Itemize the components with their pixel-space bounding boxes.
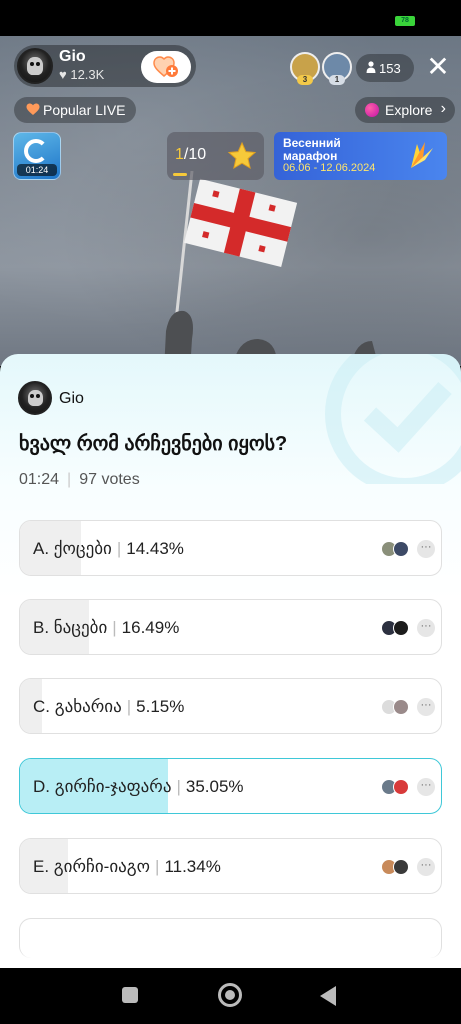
poll-option-percent: 35.05% [185,777,244,796]
host-likes: ♥ 12.3K [59,67,104,82]
more-icon: ··· [417,698,435,716]
creator-avatar[interactable] [18,381,52,415]
host-name: Gio [59,48,86,65]
poll-option-percent: 11.34% [164,857,221,876]
voter-avatars[interactable]: ··· [381,618,435,638]
more-icon: ··· [417,619,435,637]
poll-option-label: D. გირჩი-ჯაფარა [33,777,172,796]
close-icon: ✕ [426,51,450,82]
popular-live-button[interactable]: Popular LIVE [14,97,136,123]
rank-progress: 1/10 [175,146,207,163]
chevron-right-icon: › [440,100,446,117]
status-bar: 78 [0,0,461,36]
star-icon [227,141,257,170]
poll-timer: 01:24 [19,471,60,488]
heart-icon: ♥ [59,67,67,82]
viewer-rank-badge: 1 [329,75,345,85]
explore-icon [365,103,379,117]
voter-avatars[interactable]: ··· [381,539,435,559]
poll-option-d[interactable]: D. გირჩი-ჯაფარა | 35.05% ··· [19,758,442,814]
poll-question: ხვალ რომ არჩევნები იყოს? [19,433,288,455]
more-icon: ··· [417,858,435,876]
poll-option-percent: 14.43% [126,539,184,558]
poll-option-label: C. გახარია [33,697,122,716]
poll-watermark-icon [325,354,461,484]
game-widget[interactable]: 01:24 [13,132,61,180]
poll-option-label: A. ქოცები [33,539,112,558]
marathon-banner[interactable]: Весенний марафон 06.06 - 12.06.2024 [274,132,447,180]
marathon-dates: 06.06 - 12.06.2024 [283,162,376,174]
voter-avatars[interactable]: ··· [381,777,435,797]
live-stream-view[interactable]: Gio ♥ 12.3K 3 1 153 ✕ Popular LIVE Explo… [0,36,461,366]
poll-option-percent: 16.49% [121,618,180,637]
poll-option-label: B. ნაცები [33,618,108,637]
home-icon[interactable] [218,983,242,1007]
host-likes-count: 12.3K [70,67,105,82]
poll-sheet: Gio ხვალ რომ არჩევნები იყოს? 01:24 | 97 vo… [0,354,461,968]
marathon-title-line2: марафон [283,149,338,163]
close-button[interactable]: ✕ [424,51,452,82]
viewer-rank-badge: 3 [297,75,313,85]
marathon-title-line1: Весенний [283,136,341,150]
heart-icon [26,103,40,115]
heart-plus-icon [153,56,178,77]
poll-meta: 01:24 | 97 votes [19,471,140,488]
host-avatar[interactable] [17,48,53,84]
voter-avatars[interactable]: ··· [381,697,435,717]
game-icon [24,139,48,163]
poll-option-a[interactable]: A. ქოცები | 14.43% ··· [19,520,442,576]
rank-progress-bar [173,173,187,176]
marathon-fan-icon [411,142,433,168]
back-icon[interactable] [320,986,336,1006]
poll-option-label: E. გირჩი-იაგო [33,857,151,876]
voter-avatars[interactable]: ··· [381,857,435,877]
poll-votes: 97 votes [79,471,140,488]
more-icon: ··· [417,778,435,796]
poll-option-partial[interactable] [19,918,442,958]
more-icon: ··· [417,540,435,558]
battery-icon: 78 [395,16,415,26]
recents-icon[interactable] [122,987,138,1003]
explore-button[interactable]: Explore › [355,97,455,123]
follow-button[interactable] [141,51,191,83]
poll-option-c[interactable]: C. გახარია | 5.15% ··· [19,678,442,734]
rank-widget[interactable]: 1/10 [167,132,264,180]
flag-image [164,171,379,366]
system-nav-bar [0,968,461,1024]
poll-option-percent: 5.15% [136,697,185,716]
viewer-count[interactable]: 153 [356,54,414,82]
creator-name: Gio [59,390,84,407]
person-icon [366,61,376,73]
poll-option-b[interactable]: B. ნაცები | 16.49% ··· [19,599,442,655]
poll-option-e[interactable]: E. გირჩი-იაგო | 11.34% ··· [19,838,442,894]
game-timer: 01:24 [17,164,57,176]
